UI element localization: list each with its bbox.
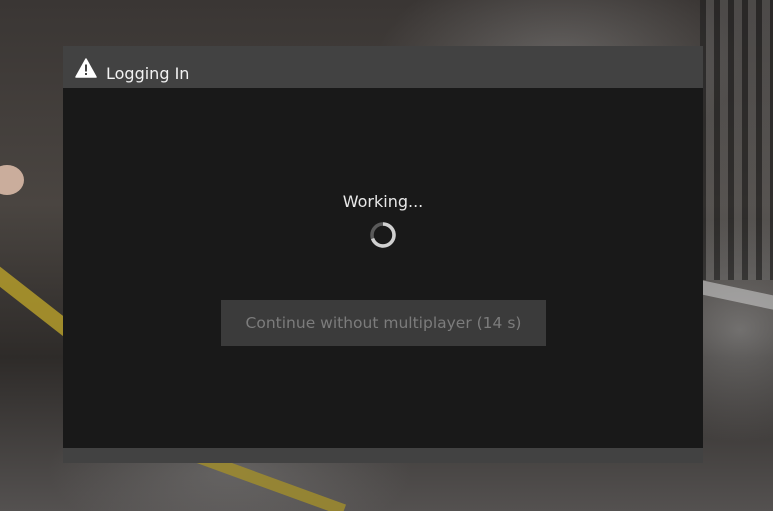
dialog-title: Logging In: [106, 64, 190, 83]
status-text: Working...: [342, 192, 424, 211]
background-shelving: [700, 0, 773, 280]
logging-in-dialog: Logging In Working... Continue without m…: [63, 46, 703, 463]
loading-spinner-icon: [370, 222, 396, 248]
background-hand: [0, 165, 24, 195]
dialog-body: Working... Continue without multiplayer …: [63, 88, 703, 448]
dialog-title-bar: Logging In: [63, 46, 703, 88]
dialog-footer: [63, 448, 703, 463]
warning-icon: [75, 58, 97, 78]
continue-without-multiplayer-button[interactable]: Continue without multiplayer (14 s): [221, 300, 546, 346]
